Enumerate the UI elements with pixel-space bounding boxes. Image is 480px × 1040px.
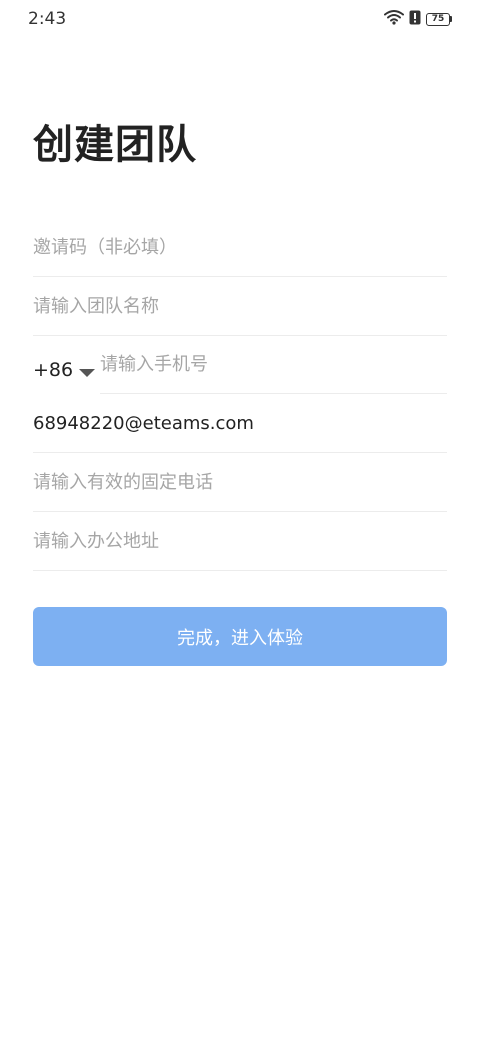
- status-icons: 75: [384, 10, 452, 28]
- chevron-down-icon: [79, 368, 96, 377]
- invite-code-input[interactable]: [33, 219, 447, 276]
- email-input[interactable]: [33, 395, 447, 452]
- battery-body: 75: [426, 12, 450, 26]
- battery-icon: 75: [426, 12, 452, 26]
- page-title: 创建团队: [33, 122, 197, 168]
- alert-icon: [409, 10, 421, 29]
- phone-input[interactable]: [100, 336, 447, 393]
- address-field-row: [33, 513, 447, 571]
- phone-field-row: [100, 336, 447, 394]
- team-name-field-row: [33, 278, 447, 336]
- landline-field-row: [33, 454, 447, 512]
- status-time: 2:43: [28, 9, 67, 29]
- phone-row: +86: [33, 336, 447, 394]
- battery-level: 75: [431, 13, 445, 24]
- wifi-icon: [384, 9, 404, 29]
- status-bar: 2:43 75: [0, 0, 480, 38]
- battery-tip: [450, 16, 452, 22]
- landline-input[interactable]: [33, 454, 447, 511]
- email-field-row: [33, 395, 447, 453]
- country-code-label: +86: [33, 359, 74, 381]
- submit-button[interactable]: 完成，进入体验: [33, 607, 447, 666]
- team-name-input[interactable]: [33, 278, 447, 335]
- address-input[interactable]: [33, 513, 447, 570]
- country-code-selector[interactable]: +86: [33, 336, 96, 404]
- invite-code-field-row: [33, 219, 447, 277]
